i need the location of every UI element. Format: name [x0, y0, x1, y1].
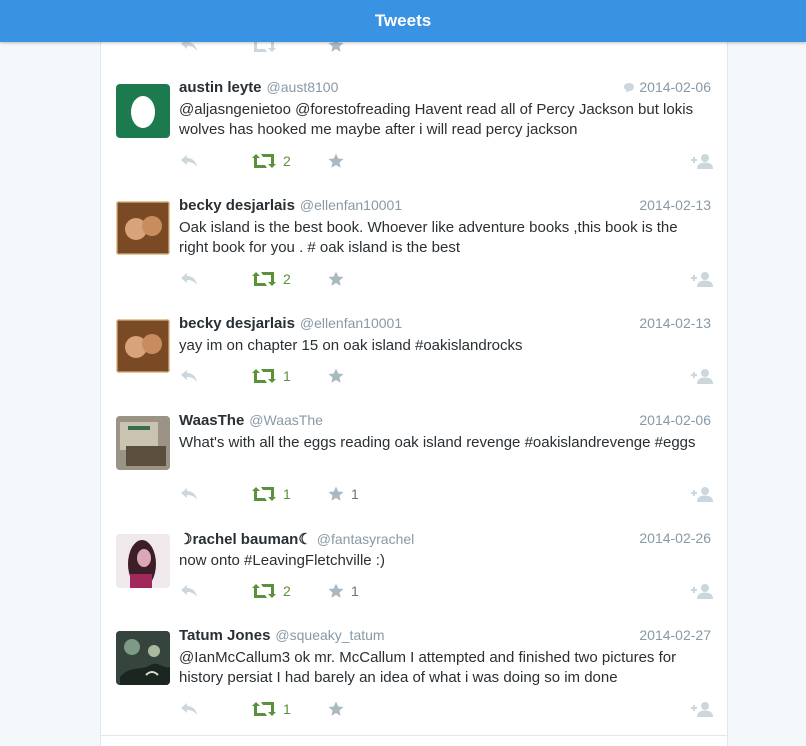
favorite-count: 1 [351, 583, 359, 599]
favorite-button[interactable] [327, 151, 351, 171]
top-bar: Tweets [0, 0, 806, 42]
retweet-count: 1 [283, 486, 291, 502]
favorite-icon [328, 271, 344, 286]
conversation-icon [624, 83, 635, 93]
tweet-actions: 1 1 [179, 484, 713, 504]
favorite-icon [328, 153, 344, 168]
retweet-icon [252, 154, 276, 168]
tweet-actions: 2 [179, 151, 713, 171]
retweet-button[interactable]: 1 [251, 366, 291, 386]
avatar[interactable] [116, 201, 170, 255]
tweet-header: becky desjarlais @ellenfan10001 2014-02-1… [179, 197, 711, 217]
tweet-item[interactable]: austin leyte @aust8100 2014-02-06 @aljasn… [101, 69, 727, 188]
follow-icon[interactable] [691, 366, 713, 386]
favorite-icon [328, 368, 344, 383]
tweet-text: yay im on chapter 15 on oak island #oaki… [179, 337, 523, 354]
retweet-count: 1 [283, 368, 291, 384]
favorite-button[interactable]: 1 [327, 484, 359, 504]
author-name[interactable]: ☽rachel bauman☾ [179, 531, 312, 548]
author-name[interactable]: austin leyte [179, 79, 262, 96]
retweet-icon [252, 487, 276, 501]
author-handle[interactable]: @WaasThe [249, 412, 323, 428]
retweet-button[interactable]: 2 [251, 269, 291, 289]
favorite-button[interactable]: 1 [327, 581, 359, 601]
retweet-count: 1 [283, 701, 291, 717]
retweet-icon [252, 272, 276, 286]
retweet-button[interactable]: 2 [251, 151, 291, 171]
author-handle[interactable]: @ellenfan10001 [300, 315, 402, 331]
favorite-icon [328, 486, 344, 501]
avatar[interactable] [116, 534, 170, 588]
reply-icon[interactable] [179, 699, 199, 719]
tweet-actions: 1 [179, 699, 713, 719]
reply-icon[interactable] [179, 269, 199, 289]
reply-icon[interactable] [179, 366, 199, 386]
tweet-header: austin leyte @aust8100 2014-02-06 [179, 79, 711, 99]
tweet-text: What's with all the eggs reading oak isl… [179, 434, 696, 451]
favorite-icon [328, 583, 344, 598]
favorite-button[interactable] [327, 269, 351, 289]
tweet-item[interactable]: Tatum Jones @squeaky_tatum 2014-02-27 @Ia… [101, 617, 727, 736]
tweet-item[interactable]: becky desjarlais @ellenfan10001 2014-02-1… [101, 305, 727, 403]
retweet-count: 2 [283, 153, 291, 169]
author-handle[interactable]: @ellenfan10001 [300, 197, 402, 213]
retweet-icon [252, 584, 276, 598]
retweet-button[interactable]: 1 [251, 484, 291, 504]
tweet-actions: 1 [179, 366, 713, 386]
tweet-date[interactable]: 2014-02-06 [623, 79, 711, 95]
tweet-item[interactable]: WaasThe @WaasThe 2014-02-06 What's with a… [101, 402, 727, 521]
reply-icon[interactable] [179, 484, 199, 504]
favorite-count: 1 [351, 486, 359, 502]
reply-icon[interactable] [179, 151, 199, 171]
author-name[interactable]: WaasThe [179, 412, 244, 429]
tweet-actions: 2 [179, 269, 713, 289]
follow-icon[interactable] [691, 269, 713, 289]
avatar[interactable] [116, 416, 170, 470]
follow-icon[interactable] [691, 151, 713, 171]
favorite-button[interactable] [327, 366, 351, 386]
author-name[interactable]: becky desjarlais [179, 197, 295, 214]
follow-icon[interactable] [691, 581, 713, 601]
avatar[interactable] [116, 319, 170, 373]
retweet-icon [252, 369, 276, 383]
tweet-item[interactable]: ☽rachel bauman☾ @fantasyrachel 2014-02-26… [101, 520, 727, 618]
follow-icon[interactable] [691, 699, 713, 719]
retweet-count: 2 [283, 583, 291, 599]
tweet-date[interactable]: 2014-02-27 [639, 627, 711, 643]
author-handle[interactable]: @aust8100 [267, 79, 339, 95]
tweet-text: now onto #LeavingFletchville :) [179, 552, 385, 569]
tweet-date[interactable]: 2014-02-13 [639, 197, 711, 213]
tweet-item[interactable]: becky desjarlais @ellenfan10001 2014-02-1… [101, 187, 727, 306]
reply-icon[interactable] [179, 581, 199, 601]
tweet-header: becky desjarlais @ellenfan10001 2014-02-1… [179, 315, 711, 335]
tweet-header: Tatum Jones @squeaky_tatum 2014-02-27 [179, 627, 711, 647]
tweet-date[interactable]: 2014-02-13 [639, 315, 711, 331]
page-title: Tweets [374, 11, 432, 30]
tweet-feed[interactable]: austin leyte @aust8100 2014-02-06 @aljasn… [100, 0, 728, 746]
tweet-date[interactable]: 2014-02-06 [639, 412, 711, 428]
retweet-icon [252, 702, 276, 716]
tweet-date[interactable]: 2014-02-26 [639, 530, 711, 546]
tweet-actions: 2 1 [179, 581, 713, 601]
follow-icon[interactable] [691, 484, 713, 504]
tweet-text: @aljasngenietoo @forestofreading Havent … [179, 101, 694, 138]
avatar[interactable] [116, 84, 170, 138]
retweet-button[interactable]: 1 [251, 699, 291, 719]
avatar[interactable] [116, 631, 170, 685]
author-name[interactable]: Tatum Jones [179, 627, 270, 644]
tweet-date-text: 2014-02-06 [639, 79, 711, 95]
tweet-text: Oak island is the best book. Whoever lik… [179, 219, 678, 256]
retweet-button[interactable]: 2 [251, 581, 291, 601]
author-name[interactable]: becky desjarlais [179, 315, 295, 332]
tweet-header: ☽rachel bauman☾ @fantasyrachel 2014-02-26 [179, 530, 711, 550]
retweet-count: 2 [283, 271, 291, 287]
tweet-text: @IanMcCallum3 ok mr. McCallum I attempte… [179, 649, 677, 686]
tweet-header: WaasThe @WaasThe 2014-02-06 [179, 412, 711, 432]
author-handle[interactable]: @squeaky_tatum [275, 627, 384, 643]
favorite-icon [328, 701, 344, 716]
author-handle[interactable]: @fantasyrachel [317, 531, 414, 547]
favorite-button[interactable] [327, 699, 351, 719]
